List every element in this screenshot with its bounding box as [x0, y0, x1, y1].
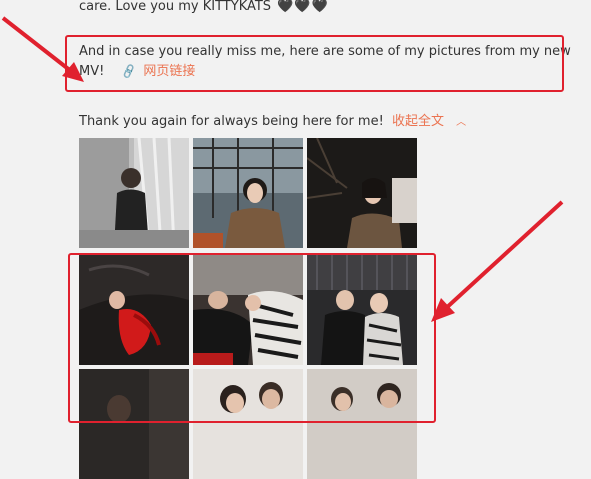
annotation-arrow-left: [1, 16, 84, 82]
annotation-arrows: [1, 16, 564, 322]
annotation-arrow-right: [431, 200, 564, 322]
